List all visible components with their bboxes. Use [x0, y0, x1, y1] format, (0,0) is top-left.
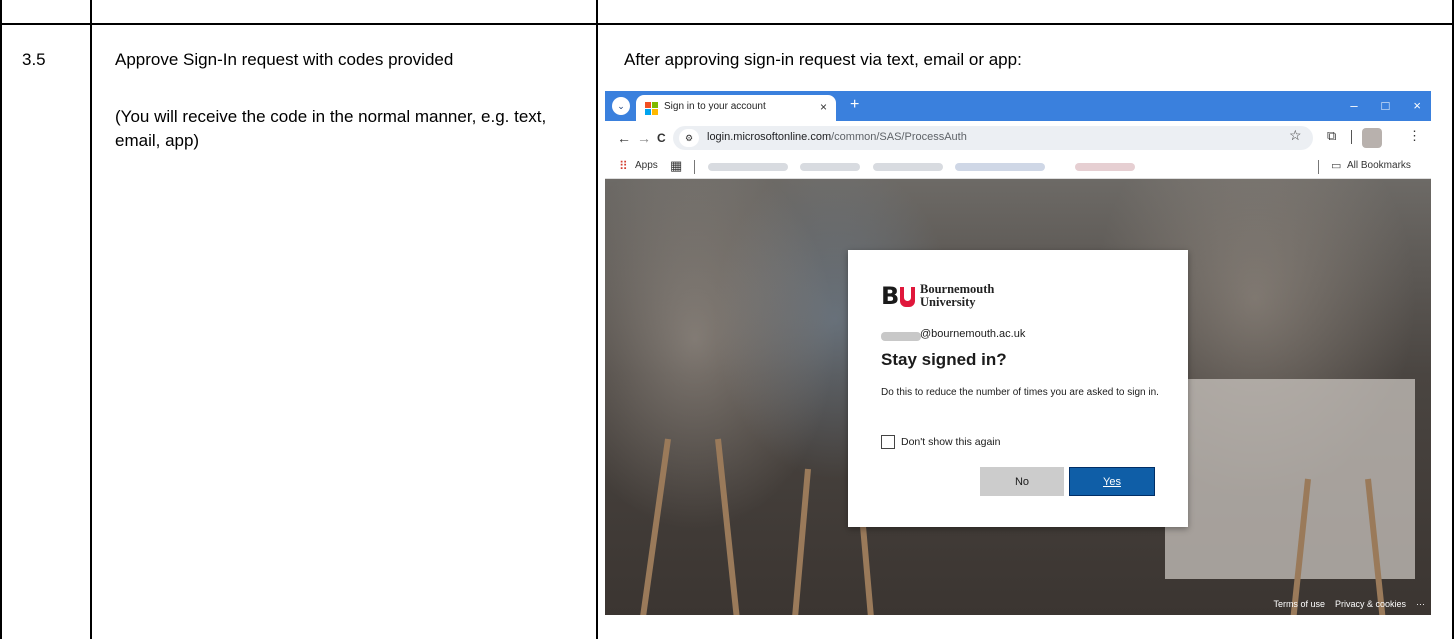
bookmark-star-icon[interactable]: ☆ [1289, 127, 1302, 144]
browser-toolbar: ← → C ⚙ login.microsoftonline.com/common… [605, 121, 1431, 155]
no-button[interactable]: No [980, 467, 1064, 496]
url-host: login.microsoftonline.com [707, 131, 832, 143]
page-footer: Terms of use Privacy & cookies ··· [1273, 599, 1425, 609]
site-info-icon[interactable]: ⚙ [679, 129, 699, 147]
dont-show-again-label[interactable]: Don't show this again [901, 436, 1000, 448]
yes-button[interactable]: Yes [1069, 467, 1155, 496]
toolbar-separator [1351, 130, 1352, 144]
back-icon[interactable]: ← [617, 130, 631, 146]
all-bookmarks-label[interactable]: All Bookmarks [1347, 160, 1411, 171]
menu-icon[interactable]: ⋮ [1408, 128, 1421, 144]
grid-icon[interactable]: ▦ [670, 158, 682, 174]
apps-label[interactable]: Apps [635, 160, 658, 171]
bookmark-separator [694, 160, 695, 174]
blurred-bookmark[interactable] [873, 163, 943, 171]
blurred-bookmark[interactable] [800, 163, 860, 171]
tab-title: Sign in to your account [664, 101, 766, 112]
photo-stool-leg [715, 438, 740, 615]
blurred-bookmark[interactable] [1075, 163, 1135, 171]
account-email: @bournemouth.ac.uk [920, 328, 1026, 340]
bookmarks-bar: ⠿ Apps ▦ ▭ All Bookmarks [605, 155, 1431, 179]
window-controls: – □ × [1350, 98, 1421, 113]
table-border-top [0, 23, 1454, 25]
step-title: Approve Sign-In request with codes provi… [115, 50, 454, 69]
background-photo: B Bournemouth University @bournemouth.ac… [605, 179, 1431, 615]
redacted-username [881, 332, 921, 341]
dialog-description: Do this to reduce the number of times yo… [881, 387, 1159, 398]
terms-link[interactable]: Terms of use [1273, 599, 1325, 609]
step-note: (You will receive the code in the normal… [115, 107, 547, 150]
more-options-icon[interactable]: ··· [1416, 599, 1425, 609]
url-text: login.microsoftonline.com/common/SAS/Pro… [707, 131, 967, 143]
dont-show-again-checkbox[interactable] [881, 435, 895, 449]
bookmark-separator [1318, 160, 1319, 174]
folder-icon: ▭ [1331, 160, 1342, 172]
profile-avatar[interactable] [1362, 128, 1382, 148]
tab-strip: ⌄ Sign in to your account × + – □ × [605, 91, 1431, 121]
dont-show-again-row[interactable]: Don't show this again [881, 435, 1000, 449]
blurred-bookmark[interactable] [708, 163, 788, 171]
privacy-link[interactable]: Privacy & cookies [1335, 599, 1406, 609]
close-window-button[interactable]: × [1413, 98, 1421, 113]
microsoft-logo-icon [645, 102, 658, 115]
tab-sign-in[interactable]: Sign in to your account × [636, 95, 836, 121]
new-tab-button[interactable]: + [850, 96, 859, 114]
photo-stool-leg [639, 438, 671, 615]
dialog-title: Stay signed in? [881, 350, 1007, 369]
tab-search-icon[interactable]: ⌄ [612, 97, 630, 115]
url-path: /common/SAS/ProcessAuth [831, 131, 967, 143]
minimize-button[interactable]: – [1350, 98, 1357, 113]
bu-logo-letter: B [881, 282, 900, 310]
bu-logo-u-shape [900, 287, 916, 307]
stay-signed-in-dialog: B Bournemouth University @bournemouth.ac… [848, 250, 1188, 527]
browser-screenshot: ⌄ Sign in to your account × + – □ × ← → … [605, 91, 1431, 615]
tab-close-icon[interactable]: × [820, 100, 827, 114]
org-name: Bournemouth University [920, 283, 994, 309]
maximize-button[interactable]: □ [1382, 98, 1390, 113]
address-bar[interactable]: ⚙ login.microsoftonline.com/common/SAS/P… [673, 126, 1313, 150]
bu-logo: B [881, 282, 917, 310]
photo-stool-leg [791, 468, 811, 615]
apps-icon[interactable]: ⠿ [619, 159, 628, 173]
extensions-icon[interactable]: ⧉ [1327, 128, 1336, 144]
step-result: After approving sign-in request via text… [624, 50, 1022, 69]
blurred-bookmark[interactable] [955, 163, 1045, 171]
table-divider-1 [90, 0, 92, 639]
reload-icon[interactable]: C [657, 131, 666, 145]
step-number: 3.5 [22, 50, 46, 69]
table-divider-2 [596, 0, 598, 639]
org-name-line2: University [920, 295, 976, 309]
forward-icon[interactable]: → [637, 130, 651, 146]
table-border-left [0, 0, 2, 639]
